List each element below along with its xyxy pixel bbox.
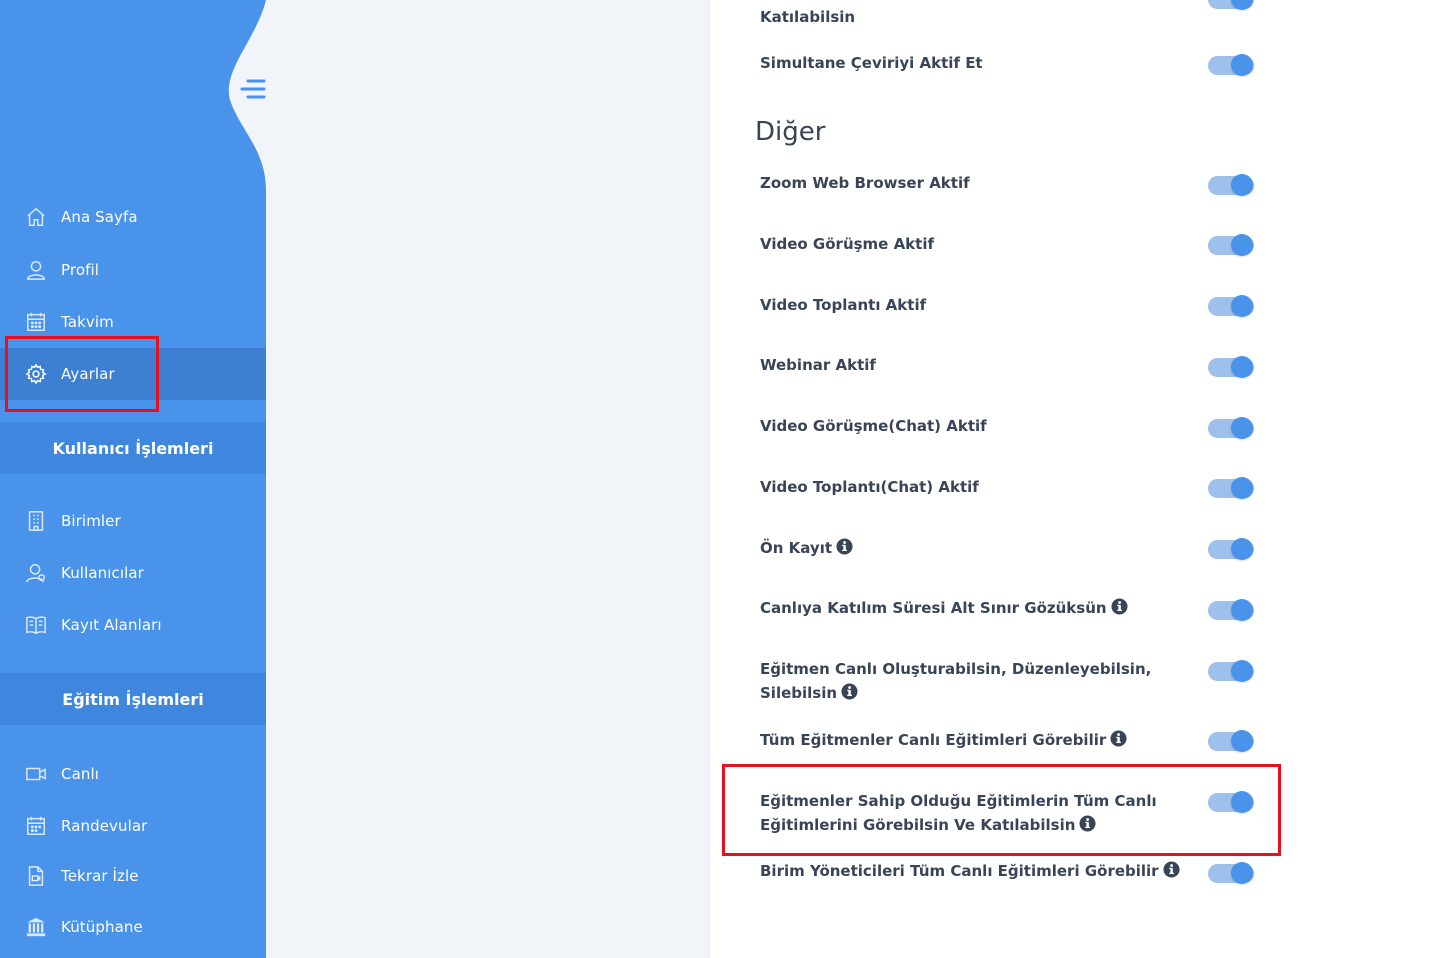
nav-item-profil[interactable]: Profil <box>0 244 266 296</box>
video-camera-icon <box>24 762 48 786</box>
toggle-zoom[interactable] <box>1208 173 1254 197</box>
toggle-video-toplanti-chat[interactable] <box>1208 476 1254 500</box>
setting-label-on-kayit: Ön Kayıt <box>760 539 833 557</box>
nav-label: Kullanıcılar <box>61 564 144 582</box>
user-icon <box>24 258 48 282</box>
library-icon <box>24 915 48 939</box>
info-icon[interactable] <box>1079 815 1096 832</box>
nav-item-takvim[interactable]: Takvim <box>0 296 266 348</box>
toggle-katilim-suresi[interactable] <box>1208 598 1254 622</box>
video-file-icon <box>24 864 48 888</box>
setting-label-simultane: Simultane Çeviriyi Aktif Et <box>760 54 983 72</box>
calendar-icon <box>24 310 48 334</box>
info-icon[interactable] <box>841 683 858 700</box>
toggle-birim-yoneticileri[interactable] <box>1208 861 1254 885</box>
setting-row-katilim-suresi: Canlıya Katılım Süresi Alt Sınır Gözüksü… <box>760 596 1180 620</box>
toggle-tum-egitmenler[interactable] <box>1208 729 1254 753</box>
book-icon <box>24 613 48 637</box>
nav-label: Kayıt Alanları <box>61 616 162 634</box>
nav-item-tekrar-izle[interactable]: Tekrar İzle <box>0 850 266 902</box>
setting-label-egitmen-canli: Eğitmen Canlı Oluşturabilsin, Düzenleyeb… <box>760 660 1152 702</box>
nav-item-canli[interactable]: Canlı <box>0 748 266 800</box>
nav-item-ana-sayfa[interactable]: Ana Sayfa <box>0 191 266 243</box>
setting-label-zoom: Zoom Web Browser Aktif <box>760 174 970 192</box>
setting-row-birim-yoneticileri: Birim Yöneticileri Tüm Canlı Eğitimleri … <box>760 859 1200 883</box>
toggle-video-gorusme-chat[interactable] <box>1208 416 1254 440</box>
toggle-video-toplanti[interactable] <box>1208 294 1254 318</box>
setting-label-video-toplanti: Video Toplantı Aktif <box>760 296 927 314</box>
nav-label: Profil <box>61 261 100 279</box>
menu-toggle-icon[interactable] <box>238 77 266 105</box>
gear-icon <box>24 362 48 386</box>
nav-label: Randevular <box>61 817 148 835</box>
building-icon <box>24 509 48 533</box>
setting-row-sahip-oldugu: Eğitmenler Sahip Olduğu Eğitimlerin Tüm … <box>760 789 1170 837</box>
toggle-egitmen-canli[interactable] <box>1208 659 1254 683</box>
nav-label: Ana Sayfa <box>61 208 138 226</box>
setting-row-tum-egitmenler: Tüm Eğitmenler Canlı Eğitimleri Görebili… <box>760 728 1180 752</box>
nav-label: Tekrar İzle <box>61 867 139 885</box>
sidebar: Ana Sayfa Profil Takvim Ayarlar Kullanıc… <box>0 0 266 958</box>
section-title: Diğer <box>755 117 826 147</box>
setting-row-on-kayit: Ön Kayıt <box>760 536 1180 560</box>
nav-item-birimler[interactable]: Birimler <box>0 495 266 547</box>
nav-item-randevular[interactable]: Randevular <box>0 800 266 852</box>
nav-label: Birimler <box>61 512 121 530</box>
nav-label: Takvim <box>61 313 114 331</box>
nav-label: Canlı <box>61 765 100 783</box>
setting-label-video-gorusme: Video Görüşme Aktif <box>760 235 934 253</box>
setting-label-katilim-suresi: Canlıya Katılım Süresi Alt Sınır Gözüksü… <box>760 599 1107 617</box>
setting-row-egitmen-canli: Eğitmen Canlı Oluşturabilsin, Düzenleyeb… <box>760 657 1160 705</box>
info-icon[interactable] <box>1111 598 1128 615</box>
toggle-partial[interactable] <box>1208 0 1254 11</box>
setting-label-video-toplanti-chat: Video Toplantı(Chat) Aktif <box>760 478 979 496</box>
users-icon <box>24 561 48 585</box>
setting-label-partial: Katılabilsin <box>760 8 856 26</box>
nav-label: Kütüphane <box>61 918 143 936</box>
setting-label-birim-yoneticileri: Birim Yöneticileri Tüm Canlı Eğitimleri … <box>760 862 1159 880</box>
setting-label-webinar: Webinar Aktif <box>760 356 876 374</box>
setting-label-video-gorusme-chat: Video Görüşme(Chat) Aktif <box>760 417 987 435</box>
nav-item-kutuphane[interactable]: Kütüphane <box>0 901 266 953</box>
nav-item-kullanicilar[interactable]: Kullanıcılar <box>0 547 266 599</box>
nav-item-kayit-alanlari[interactable]: Kayıt Alanları <box>0 599 266 651</box>
toggle-simultane[interactable] <box>1208 53 1254 77</box>
setting-label-sahip-oldugu: Eğitmenler Sahip Olduğu Eğitimlerin Tüm … <box>760 792 1157 834</box>
calendar-icon <box>24 814 48 838</box>
nav-item-ayarlar[interactable]: Ayarlar <box>0 348 266 400</box>
nav-label: Ayarlar <box>61 365 115 383</box>
info-icon[interactable] <box>1163 861 1180 878</box>
toggle-sahip-oldugu[interactable] <box>1208 790 1254 814</box>
section-header-education: Eğitim İşlemleri <box>0 673 266 725</box>
section-header-users: Kullanıcı İşlemleri <box>0 422 266 474</box>
info-icon[interactable] <box>836 538 853 555</box>
toggle-video-gorusme[interactable] <box>1208 233 1254 257</box>
home-icon <box>24 205 48 229</box>
setting-label-tum-egitmenler: Tüm Eğitmenler Canlı Eğitimleri Görebili… <box>760 731 1107 749</box>
toggle-webinar[interactable] <box>1208 355 1254 379</box>
info-icon[interactable] <box>1110 730 1127 747</box>
toggle-on-kayit[interactable] <box>1208 537 1254 561</box>
